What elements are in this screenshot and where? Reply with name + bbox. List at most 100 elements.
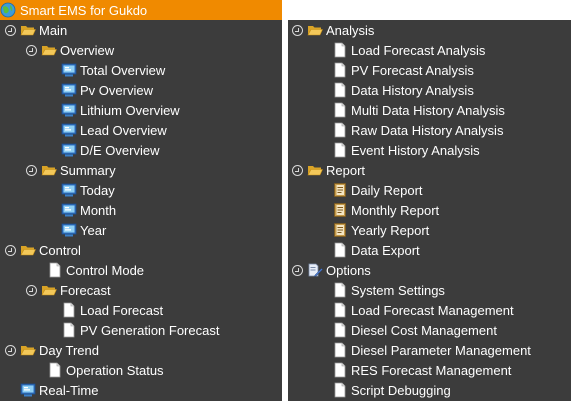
monitor-icon <box>20 382 36 398</box>
document-icon <box>47 262 63 278</box>
tree-label: Daily Report <box>351 182 423 198</box>
tree-node-summary[interactable]: Summary <box>0 160 282 180</box>
monitor-icon <box>61 182 77 198</box>
options-edit-icon <box>307 262 323 278</box>
tree-item-pv-overview[interactable]: Pv Overview <box>0 80 282 100</box>
app-globe-icon <box>0 2 16 18</box>
tree-label: Yearly Report <box>351 222 430 238</box>
tree-item-load-forecast-analysis[interactable]: Load Forecast Analysis <box>288 40 571 60</box>
navigation-tree-right: Analysis Load Forecast Analysis PV Forec… <box>288 20 571 401</box>
tree-item-event-history-analysis[interactable]: Event History Analysis <box>288 140 571 160</box>
tree-label: Operation Status <box>66 362 164 378</box>
folder-open-icon <box>20 242 36 258</box>
tree-item-diesel-parameter-management[interactable]: Diesel Parameter Management <box>288 340 571 360</box>
report-book-icon <box>332 202 348 218</box>
folder-open-icon <box>20 22 36 38</box>
tree-item-lead-overview[interactable]: Lead Overview <box>0 120 282 140</box>
collapse-toggle-icon[interactable] <box>26 284 37 296</box>
document-icon <box>61 322 77 338</box>
tree-item-multi-data-history-analysis[interactable]: Multi Data History Analysis <box>288 100 571 120</box>
folder-open-icon <box>20 342 36 358</box>
tree-label: Real-Time <box>39 382 99 398</box>
tree-node-forecast[interactable]: Forecast <box>0 280 282 300</box>
tree-label: Report <box>326 162 366 178</box>
tree-item-data-history-analysis[interactable]: Data History Analysis <box>288 80 571 100</box>
report-book-icon <box>332 222 348 238</box>
tree-label: Day Trend <box>39 342 99 358</box>
tree-item-data-export[interactable]: Data Export <box>288 240 571 260</box>
document-icon <box>332 82 348 98</box>
tree-label: Lead Overview <box>80 122 167 138</box>
tree-node-day-trend[interactable]: Day Trend <box>0 340 282 360</box>
collapse-toggle-icon[interactable] <box>5 24 16 36</box>
folder-open-icon <box>307 22 323 38</box>
tree-node-control[interactable]: Control <box>0 240 282 260</box>
tree-item-pv-generation-forecast[interactable]: PV Generation Forecast <box>0 320 282 340</box>
tree-item-lithium-overview[interactable]: Lithium Overview <box>0 100 282 120</box>
tree-item-year[interactable]: Year <box>0 220 282 240</box>
document-icon <box>332 62 348 78</box>
tree-item-de-overview[interactable]: D/E Overview <box>0 140 282 160</box>
tree-item-res-forecast-management[interactable]: RES Forecast Management <box>288 360 571 380</box>
document-icon <box>332 342 348 358</box>
tree-item-pv-forecast-analysis[interactable]: PV Forecast Analysis <box>288 60 571 80</box>
folder-open-icon <box>307 162 323 178</box>
document-icon <box>332 362 348 378</box>
collapse-toggle-icon[interactable] <box>26 44 37 56</box>
tree-label: RES Forecast Management <box>351 362 512 378</box>
collapse-toggle-icon[interactable] <box>292 264 303 276</box>
monitor-icon <box>61 82 77 98</box>
tree-item-today[interactable]: Today <box>0 180 282 200</box>
collapse-toggle-icon[interactable] <box>5 244 16 256</box>
app-title-bar[interactable]: Smart EMS for Gukdo <box>0 0 282 20</box>
tree-label: Pv Overview <box>80 82 153 98</box>
monitor-icon <box>61 202 77 218</box>
tree-label: Forecast <box>60 282 111 298</box>
tree-item-load-forecast-management[interactable]: Load Forecast Management <box>288 300 571 320</box>
tree-label: Summary <box>60 162 116 178</box>
tree-item-raw-data-history-analysis[interactable]: Raw Data History Analysis <box>288 120 571 140</box>
tree-label: Main <box>39 22 68 38</box>
folder-open-icon <box>41 282 57 298</box>
tree-item-control-mode[interactable]: Control Mode <box>0 260 282 280</box>
document-icon <box>61 302 77 318</box>
tree-label: Overview <box>60 42 115 58</box>
tree-label: Multi Data History Analysis <box>351 102 505 118</box>
tree-node-overview[interactable]: Overview <box>0 40 282 60</box>
left-tree: Main Overview Total Overview Pv Overview… <box>0 20 282 400</box>
tree-node-main[interactable]: Main <box>0 20 282 40</box>
monitor-icon <box>61 122 77 138</box>
tree-label: Year <box>80 222 107 238</box>
tree-label: PV Forecast Analysis <box>351 62 474 78</box>
tree-label: Diesel Parameter Management <box>351 342 531 358</box>
tree-label: Data History Analysis <box>351 82 474 98</box>
collapse-toggle-icon[interactable] <box>5 344 16 356</box>
document-icon <box>332 302 348 318</box>
navigation-tree-left: Smart EMS for Gukdo Main Overview Total … <box>0 0 282 401</box>
tree-item-yearly-report[interactable]: Yearly Report <box>288 220 571 240</box>
collapse-toggle-icon[interactable] <box>292 164 303 176</box>
tree-label: D/E Overview <box>80 142 160 158</box>
tree-node-report[interactable]: Report <box>288 160 571 180</box>
tree-item-monthly-report[interactable]: Monthly Report <box>288 200 571 220</box>
tree-item-system-settings[interactable]: System Settings <box>288 280 571 300</box>
monitor-icon <box>61 222 77 238</box>
tree-item-script-debugging[interactable]: Script Debugging <box>288 380 571 400</box>
tree-item-load-forecast[interactable]: Load Forecast <box>0 300 282 320</box>
tree-item-real-time[interactable]: Real-Time <box>0 380 282 400</box>
tree-label: Analysis <box>326 22 375 38</box>
tree-item-daily-report[interactable]: Daily Report <box>288 180 571 200</box>
tree-item-operation-status[interactable]: Operation Status <box>0 360 282 380</box>
collapse-toggle-icon[interactable] <box>292 24 303 36</box>
tree-label: Load Forecast Analysis <box>351 42 486 58</box>
tree-item-total-overview[interactable]: Total Overview <box>0 60 282 80</box>
document-icon <box>332 122 348 138</box>
tree-label: Options <box>326 262 371 278</box>
tree-label: Monthly Report <box>351 202 440 218</box>
tree-label: Control Mode <box>66 262 145 278</box>
collapse-toggle-icon[interactable] <box>26 164 37 176</box>
tree-item-diesel-cost-management[interactable]: Diesel Cost Management <box>288 320 571 340</box>
tree-item-month[interactable]: Month <box>0 200 282 220</box>
tree-node-analysis[interactable]: Analysis <box>288 20 571 40</box>
tree-node-options[interactable]: Options <box>288 260 571 280</box>
